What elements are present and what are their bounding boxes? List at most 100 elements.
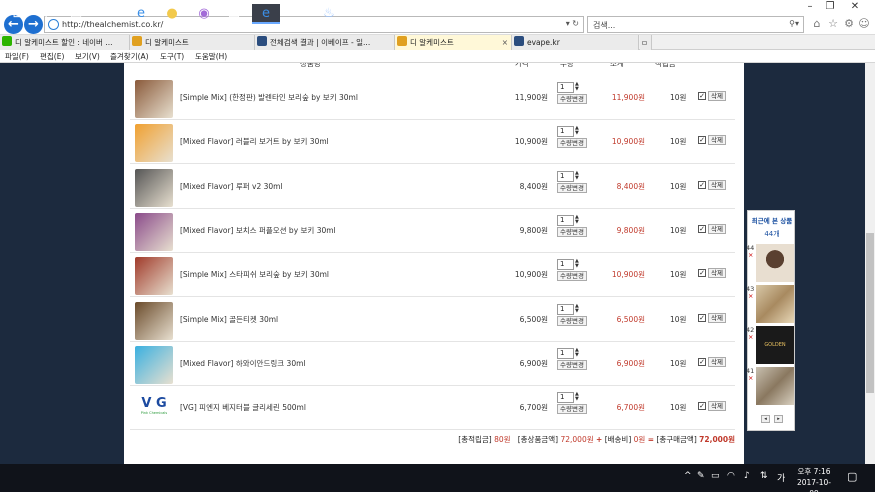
product-name-link[interactable]: [Simple Mix] 골든티켓 30ml xyxy=(180,314,278,325)
wifi-icon[interactable]: ◠ xyxy=(727,471,735,481)
delete-button[interactable]: 삭제 xyxy=(708,91,726,101)
menu-file[interactable]: 파일(F) xyxy=(5,50,29,63)
pen-icon[interactable]: ✎ xyxy=(697,471,705,481)
tray-chevron-icon[interactable]: ^ xyxy=(684,471,692,481)
search-box[interactable]: 검색... ⚲▾ xyxy=(587,16,804,33)
search-placeholder[interactable]: 검색... xyxy=(593,20,615,31)
smiley-feedback-icon[interactable]: ☺ xyxy=(857,17,871,31)
maximize-button[interactable]: ❐ xyxy=(820,1,840,15)
product-name-link[interactable]: [Simple Mix] (한정판) 발렌타인 보리숲 by 보키 30ml xyxy=(180,92,358,103)
recent-item-thumb[interactable] xyxy=(756,244,794,282)
quantity-stepper-icon[interactable]: ▲ ▼ xyxy=(575,303,581,315)
recent-prev-button[interactable]: ◂ xyxy=(761,415,770,423)
quantity-stepper-icon[interactable]: ▲ ▼ xyxy=(575,392,581,403)
windows-start-icon[interactable]: ⊞ xyxy=(4,4,32,24)
product-thumbnail[interactable] xyxy=(135,80,173,118)
new-tab-button[interactable]: ▫ xyxy=(640,35,652,50)
quantity-stepper-icon[interactable]: ▲ ▼ xyxy=(575,214,581,226)
delete-button[interactable]: 삭제 xyxy=(708,268,726,279)
minimize-button[interactable]: – xyxy=(800,1,820,15)
menu-view[interactable]: 보기(V) xyxy=(75,50,100,63)
scrollbar-thumb[interactable] xyxy=(866,233,874,393)
product-name-link[interactable]: [Mixed Flavor] 루퍼 v2 30ml xyxy=(180,181,283,192)
quantity-stepper-icon[interactable]: ▲ ▼ xyxy=(575,126,581,137)
change-qty-button[interactable]: 수량변경 xyxy=(557,182,587,193)
quantity-stepper-icon[interactable]: ▲ ▼ xyxy=(575,347,581,359)
product-name-link[interactable]: [VG] 피엔지 베지터블 글리세린 500ml xyxy=(180,402,306,413)
quantity-stepper-icon[interactable]: ▲ ▼ xyxy=(575,82,581,93)
product-name-link[interactable]: [Mixed Flavor] 보치스 퍼플오션 by 보키 30ml xyxy=(180,225,336,236)
menu-edit[interactable]: 편집(E) xyxy=(40,50,64,63)
select-checkbox[interactable]: ✓ xyxy=(698,92,706,100)
quantity-input[interactable]: 1 xyxy=(557,170,574,182)
network-icon[interactable]: ⇅ xyxy=(760,471,768,481)
app-icon[interactable]: ◉ xyxy=(190,4,218,24)
search-icon[interactable]: ⚲ xyxy=(32,4,60,24)
quantity-input[interactable]: 1 xyxy=(557,347,574,359)
notification-icon[interactable]: ▢ xyxy=(847,470,857,483)
browser-tab[interactable]: 디 알케미스트 할인 : 네이버 ... xyxy=(0,35,130,50)
product-name-link[interactable]: [Simple Mix] 스타피쉬 보리숲 by 보키 30ml xyxy=(180,269,329,280)
change-qty-button[interactable]: 수량변경 xyxy=(557,271,587,282)
delete-button[interactable]: 삭제 xyxy=(708,179,726,190)
delete-button[interactable]: 삭제 xyxy=(708,401,726,412)
product-name-link[interactable]: [Mixed Flavor] 하와이안드링크 30ml xyxy=(180,358,305,369)
quantity-input[interactable]: 1 xyxy=(557,126,574,138)
product-thumbnail[interactable] xyxy=(135,168,173,207)
recent-remove-icon[interactable]: × xyxy=(748,251,753,259)
close-button[interactable]: ✕ xyxy=(845,1,865,15)
select-checkbox[interactable]: ✓ xyxy=(698,269,706,278)
store-icon[interactable]: ▤ xyxy=(220,4,248,24)
select-checkbox[interactable]: ✓ xyxy=(698,224,706,233)
steam-icon[interactable]: ♨ xyxy=(315,4,343,24)
browser-tab[interactable]: 디 알케미스트 xyxy=(130,35,255,50)
change-qty-button[interactable]: 수량변경 xyxy=(557,226,587,237)
recent-item-thumb[interactable]: GOLDEN TICKET xyxy=(756,326,794,386)
favorites-star-icon[interactable]: ☆ xyxy=(826,17,840,31)
product-name-link[interactable]: [Mixed Flavor] 러블리 보거트 by 보키 30ml xyxy=(180,136,329,147)
quantity-stepper-icon[interactable]: ▲ ▼ xyxy=(575,259,581,270)
browser-tab[interactable]: 디 알케미스트 × xyxy=(395,35,512,50)
menu-tools[interactable]: 도구(T) xyxy=(160,50,184,63)
edge-icon[interactable]: e xyxy=(127,4,155,24)
menu-help[interactable]: 도움말(H) xyxy=(195,50,227,63)
recent-item-thumb[interactable] xyxy=(756,367,794,405)
product-thumbnail[interactable] xyxy=(135,212,173,251)
home-icon[interactable]: ⌂ xyxy=(810,17,824,31)
product-thumbnail[interactable] xyxy=(135,301,173,340)
ime-lang[interactable]: 가 xyxy=(777,471,785,484)
change-qty-button[interactable]: 수량변경 xyxy=(557,94,587,104)
change-qty-button[interactable]: 수량변경 xyxy=(557,138,587,149)
quantity-input[interactable]: 1 xyxy=(557,303,574,315)
recent-item-thumb[interactable] xyxy=(756,285,794,323)
recent-remove-icon[interactable]: × xyxy=(748,333,753,341)
close-tab-icon[interactable]: × xyxy=(502,35,508,50)
quantity-input[interactable]: 1 xyxy=(557,214,574,226)
select-checkbox[interactable]: ✓ xyxy=(698,402,706,411)
product-thumbnail[interactable] xyxy=(135,257,173,296)
recent-next-button[interactable]: ▸ xyxy=(774,415,783,423)
address-bar[interactable]: http://thealchemist.co.kr/ ▾ ↻ xyxy=(44,16,584,33)
delete-button[interactable]: 삭제 xyxy=(708,135,726,146)
delete-button[interactable]: 삭제 xyxy=(708,312,726,323)
mail-icon[interactable]: ✉ xyxy=(284,4,312,24)
quantity-stepper-icon[interactable]: ▲ ▼ xyxy=(575,170,581,182)
address-controls[interactable]: ▾ ↻ xyxy=(566,19,579,28)
menu-favorites[interactable]: 즐겨찾기(A) xyxy=(110,50,149,63)
select-checkbox[interactable]: ✓ xyxy=(698,180,706,189)
select-checkbox[interactable]: ✓ xyxy=(698,136,706,145)
gear-icon[interactable]: ⚙ xyxy=(842,17,856,31)
recent-remove-icon[interactable]: × xyxy=(748,292,753,300)
product-thumbnail[interactable] xyxy=(135,345,173,384)
search-icon[interactable]: ⚲▾ xyxy=(789,19,799,28)
quantity-input[interactable]: 1 xyxy=(557,259,574,271)
quantity-input[interactable]: 1 xyxy=(557,392,574,404)
task-view-icon[interactable]: ❐ xyxy=(62,4,90,24)
quantity-input[interactable]: 1 xyxy=(557,82,574,93)
change-qty-button[interactable]: 수량변경 xyxy=(557,404,587,415)
browser-tab[interactable]: evape.kr xyxy=(512,35,639,50)
clock[interactable]: 오후 7:16 2017-10-09 xyxy=(793,466,835,499)
battery-icon[interactable]: ▭ xyxy=(711,471,720,481)
page-scrollbar[interactable] xyxy=(865,63,875,464)
kakao-icon[interactable]: ● xyxy=(158,4,186,24)
